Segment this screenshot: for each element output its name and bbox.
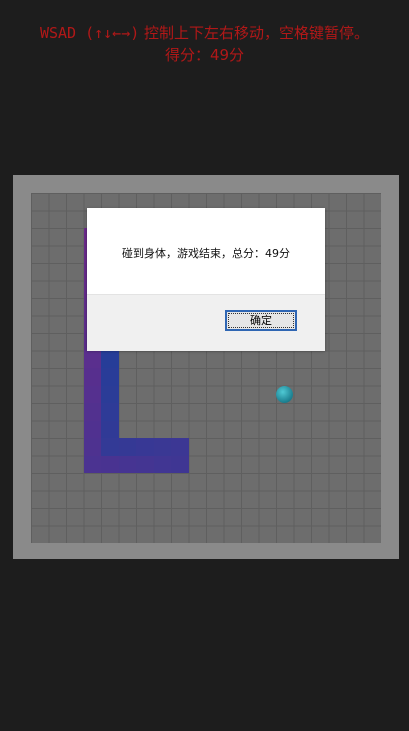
snake-segment bbox=[101, 455, 119, 473]
game-over-dialog: 碰到身体，游戏结束，总分：49分 确定 bbox=[87, 208, 325, 351]
snake-segment bbox=[136, 438, 154, 456]
snake-segment bbox=[118, 438, 136, 456]
snake-segment bbox=[101, 403, 119, 421]
snake-segment bbox=[101, 385, 119, 403]
snake-segment bbox=[83, 438, 101, 456]
snake-segment bbox=[101, 368, 119, 386]
food-pellet bbox=[276, 385, 294, 403]
dialog-message: 碰到身体，游戏结束，总分：49分 bbox=[122, 247, 290, 260]
score-line: 得分：49分 bbox=[0, 44, 409, 66]
snake-segment bbox=[101, 350, 119, 368]
control-instructions: 控制上下左右移动，空格键暂停。 bbox=[139, 24, 370, 42]
snake-segment bbox=[101, 438, 119, 456]
snake-segment bbox=[83, 455, 101, 473]
snake-segment bbox=[153, 455, 171, 473]
snake-segment bbox=[83, 420, 101, 438]
snake-segment bbox=[83, 385, 101, 403]
score-value: 49分 bbox=[209, 46, 245, 64]
game-header: WSAD (↑↓←→) 控制上下左右移动，空格键暂停。 得分：49分 bbox=[0, 22, 409, 66]
instructions-line: WSAD (↑↓←→) 控制上下左右移动，空格键暂停。 bbox=[0, 22, 409, 44]
snake-segment bbox=[171, 438, 189, 456]
snake-segment bbox=[118, 455, 136, 473]
snake-segment bbox=[83, 350, 101, 368]
ok-button[interactable]: 确定 bbox=[225, 310, 297, 331]
snake-segment bbox=[153, 438, 171, 456]
dialog-footer: 确定 bbox=[87, 294, 325, 351]
snake-segment bbox=[83, 368, 101, 386]
control-keys: WSAD (↑↓←→) bbox=[39, 24, 140, 42]
snake-segment bbox=[101, 420, 119, 438]
score-label: 得分： bbox=[164, 46, 210, 64]
snake-segment bbox=[171, 455, 189, 473]
snake-segment bbox=[83, 403, 101, 421]
snake-segment bbox=[136, 455, 154, 473]
